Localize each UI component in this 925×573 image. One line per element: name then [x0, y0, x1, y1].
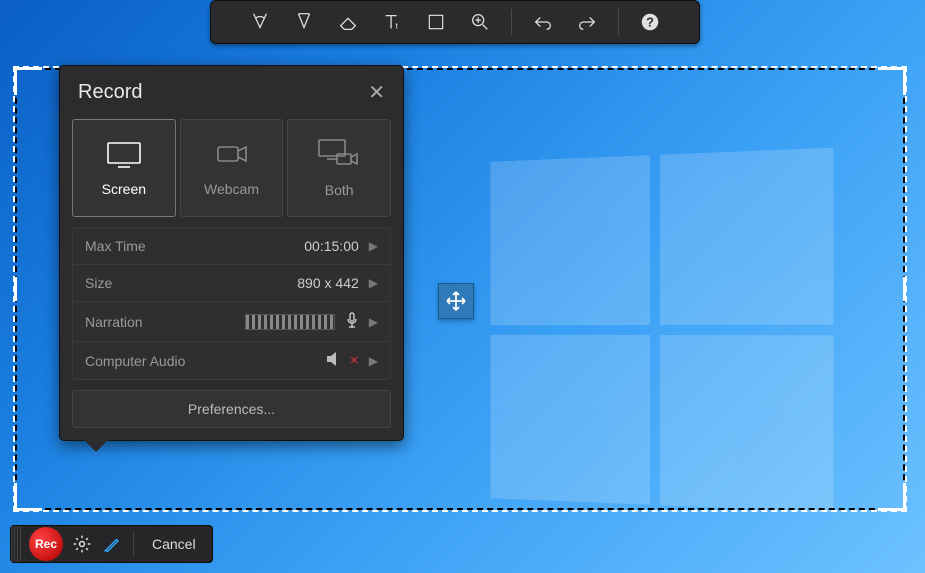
rectangle-tool-icon[interactable]	[419, 5, 453, 39]
row-max-time[interactable]: Max Time 00:15:00 ▶	[73, 228, 390, 265]
eraser-icon[interactable]	[331, 5, 365, 39]
microphone-icon[interactable]	[345, 312, 359, 331]
text-tool-icon[interactable]: t	[375, 5, 409, 39]
zoom-icon[interactable]	[463, 5, 497, 39]
move-handle[interactable]	[438, 283, 474, 319]
bottombar-separator	[133, 532, 134, 556]
redo-icon[interactable]	[570, 5, 604, 39]
panel-title: Record	[78, 81, 142, 104]
row-label: Computer Audio	[85, 353, 185, 369]
chevron-right-icon: ▶	[369, 315, 378, 329]
row-size[interactable]: Size 890 x 442 ▶	[73, 265, 390, 302]
mode-webcam[interactable]: Webcam	[180, 119, 284, 217]
max-time-value: 00:15:00	[304, 238, 359, 254]
svg-text:t: t	[396, 21, 399, 30]
row-computer-audio[interactable]: Computer Audio ✕ ▶	[73, 342, 390, 379]
mode-label: Webcam	[204, 181, 259, 197]
record-bottom-bar: Rec Cancel	[10, 525, 213, 563]
svg-text:?: ?	[646, 15, 654, 30]
pen-icon[interactable]	[97, 529, 127, 559]
resize-handle-right[interactable]	[903, 277, 906, 301]
size-value: 890 x 442	[297, 275, 359, 291]
settings-icon[interactable]	[67, 529, 97, 559]
resize-handle-tl[interactable]	[14, 67, 42, 95]
pen-free-icon[interactable]	[243, 5, 277, 39]
chevron-right-icon: ▶	[369, 239, 378, 253]
resize-handle-tr[interactable]	[878, 67, 906, 95]
resize-handle-left[interactable]	[14, 277, 17, 301]
annotation-toolbar: t ?	[210, 0, 700, 44]
row-label: Narration	[85, 314, 143, 330]
resize-handle-br[interactable]	[878, 483, 906, 511]
speaker-muted-icon[interactable]	[326, 352, 344, 369]
close-icon[interactable]: ✕	[368, 80, 385, 105]
chevron-right-icon: ▶	[369, 354, 378, 368]
vu-meter	[245, 314, 335, 330]
grip-handle[interactable]	[11, 526, 23, 562]
mode-both[interactable]: Both	[287, 119, 391, 217]
help-icon[interactable]: ?	[633, 5, 667, 39]
preferences-button[interactable]: Preferences...	[72, 390, 391, 428]
row-label: Size	[85, 275, 112, 291]
row-narration[interactable]: Narration ▶	[73, 302, 390, 342]
mode-label: Both	[325, 182, 354, 198]
row-label: Max Time	[85, 238, 146, 254]
record-button[interactable]: Rec	[29, 527, 63, 561]
pen-straight-icon[interactable]	[287, 5, 321, 39]
chevron-right-icon: ▶	[369, 276, 378, 290]
resize-handle-bl[interactable]	[14, 483, 42, 511]
toolbar-separator	[618, 9, 619, 35]
cancel-button[interactable]: Cancel	[140, 536, 208, 552]
toolbar-separator	[511, 9, 512, 35]
mute-x-icon: ✕	[350, 354, 359, 367]
mode-label: Screen	[102, 181, 146, 197]
record-mode-group: Screen Webcam Both	[72, 119, 391, 217]
record-panel: Record ✕ Screen Webcam Both Max Time 00:…	[59, 65, 404, 441]
undo-icon[interactable]	[526, 5, 560, 39]
mode-screen[interactable]: Screen	[72, 119, 176, 217]
